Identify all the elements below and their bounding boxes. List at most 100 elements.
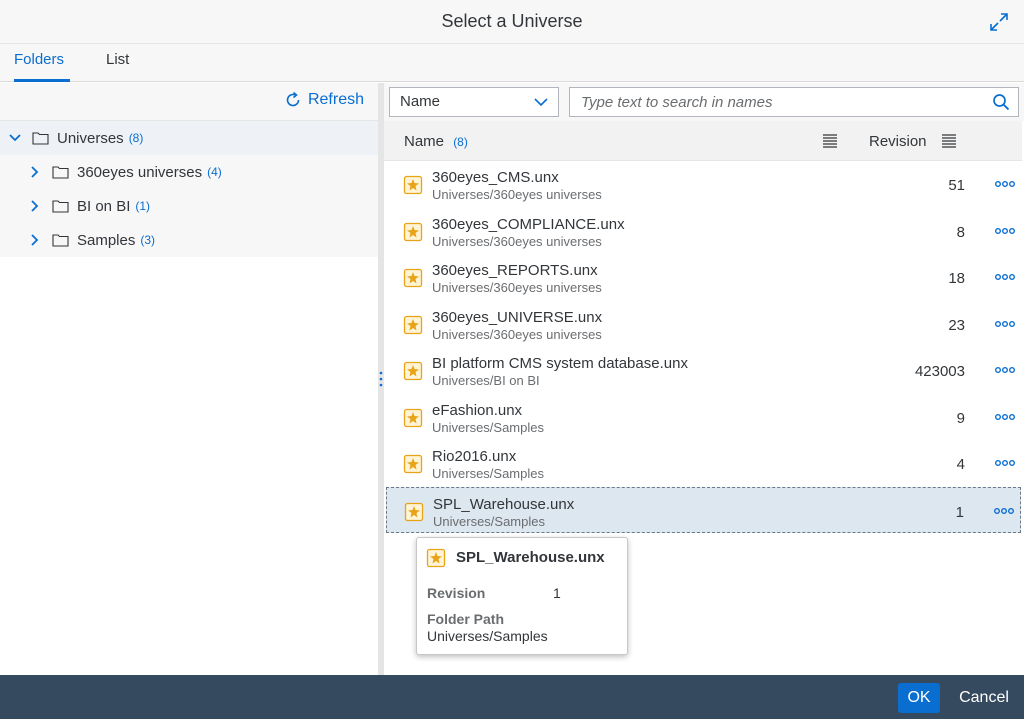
tree-node-samples[interactable]: Samples (3) — [0, 223, 378, 257]
column-name[interactable]: Name (8) — [404, 133, 468, 150]
sort-select-value: Name — [400, 93, 441, 110]
tree-node-universes[interactable]: Universes (8) — [0, 121, 378, 155]
universe-revision: 1 — [955, 503, 964, 521]
universe-path: Universes/BI on BI — [432, 373, 540, 388]
universe-path: Universes/360eyes universes — [432, 233, 602, 249]
chevron-right-icon[interactable] — [28, 199, 42, 213]
column-name-label: Name — [404, 133, 445, 150]
tooltip-title: SPL_Warehouse.unx — [456, 549, 605, 566]
universe-icon — [403, 268, 423, 288]
universe-revision: 423003 — [914, 363, 965, 380]
chevron-right-icon[interactable] — [28, 233, 42, 247]
universe-name: Rio2016.unx — [432, 448, 517, 465]
universe-path: Universes/Samples — [432, 466, 544, 481]
universe-name: 360eyes_COMPLIANCE.unx — [432, 215, 625, 233]
more-options-icon[interactable] — [994, 178, 1016, 190]
refresh-label: Refresh — [307, 91, 364, 108]
universe-revision: 8 — [956, 223, 965, 241]
universe-name: 360eyes_CMS.unx — [432, 169, 559, 186]
folder-icon — [52, 234, 69, 247]
column-name-count: (8) — [453, 135, 468, 149]
tooltip-folder-value: Universes/Samples — [427, 628, 548, 644]
dialog-header: Select a Universe — [0, 0, 1024, 44]
universe-path: Universes/360eyes universes — [432, 187, 602, 202]
tree-node-bi-on-bi[interactable]: BI on BI (1) — [0, 189, 378, 223]
list-toolbar: Name — [384, 83, 1024, 121]
expand-icon[interactable] — [988, 11, 1010, 33]
list-item[interactable]: 360eyes_COMPLIANCE.unx Universes/360eyes… — [384, 208, 1024, 255]
more-options-icon[interactable] — [994, 271, 1016, 283]
search-icon[interactable] — [992, 93, 1010, 111]
more-options-icon[interactable] — [994, 318, 1016, 330]
universe-path: Universes/Samples — [432, 419, 544, 435]
search-input[interactable] — [570, 88, 970, 116]
search-field — [569, 87, 1019, 117]
universe-name: 360eyes_UNIVERSE.unx — [432, 308, 603, 326]
universe-revision: 18 — [948, 270, 965, 287]
cancel-button[interactable]: Cancel — [950, 683, 1018, 713]
universe-name: SPL_Warehouse.unx — [433, 495, 575, 513]
list-item[interactable]: BI platform CMS system database.unx Univ… — [384, 347, 1024, 394]
universe-name: BI platform CMS system database.unx — [432, 355, 688, 372]
universe-name: eFashion.unx — [432, 401, 523, 419]
universe-path: Universes/360eyes universes — [432, 326, 602, 342]
tree-node-label: 360eyes universes — [77, 163, 203, 181]
chevron-down-icon — [534, 98, 548, 107]
more-options-icon[interactable] — [994, 457, 1016, 469]
column-revision[interactable]: Revision — [869, 133, 927, 150]
tree-node-count: (4) — [207, 165, 222, 179]
tree-node-label: Samples — [77, 231, 136, 249]
list-item[interactable]: 360eyes_UNIVERSE.unx Universes/360eyes u… — [384, 301, 1024, 348]
list-item[interactable]: eFashion.unx Universes/Samples 9 — [384, 394, 1024, 441]
folder-icon — [52, 166, 69, 179]
chevron-down-icon[interactable] — [8, 131, 22, 145]
sort-icon[interactable] — [822, 133, 838, 149]
tab-bar: Folders List — [0, 44, 1024, 82]
tooltip-revision-value: 1 — [553, 585, 561, 601]
more-options-icon[interactable] — [993, 505, 1015, 517]
drag-handle-icon[interactable] — [379, 370, 383, 388]
tree-node-label: Universes — [57, 129, 124, 147]
list-column-header: Name (8) Revision — [384, 121, 1022, 161]
universe-revision: 9 — [956, 409, 965, 427]
tree-node-count: (8) — [128, 131, 144, 145]
sort-select[interactable]: Name — [389, 87, 559, 117]
universe-revision: 51 — [948, 177, 965, 194]
ok-button[interactable]: OK — [898, 683, 940, 713]
list-item-selected[interactable]: SPL_Warehouse.unx Universes/Samples 1 — [386, 486, 1021, 533]
universe-name: 360eyes_REPORTS.unx — [432, 262, 598, 279]
universe-icon — [404, 502, 424, 521]
universe-icon — [403, 175, 423, 195]
universe-revision: 4 — [956, 456, 965, 473]
sort-icon[interactable] — [941, 133, 957, 149]
refresh-icon — [286, 91, 300, 107]
chevron-right-icon[interactable] — [28, 165, 42, 179]
refresh-button[interactable]: Refresh — [284, 91, 364, 109]
tree-node-count: (3) — [140, 233, 156, 247]
tab-folders[interactable]: Folders — [14, 51, 70, 82]
folder-pane: Refresh Universes (8) 360eyes universes … — [0, 83, 378, 675]
folder-toolbar: Refresh — [0, 83, 378, 121]
dialog-title: Select a Universe — [441, 11, 583, 31]
tree-node-360eyes-universes[interactable]: 360eyes universes (4) — [0, 155, 378, 189]
universe-icon — [403, 361, 423, 381]
more-options-icon[interactable] — [994, 364, 1016, 376]
folder-icon — [32, 132, 49, 145]
list-item[interactable]: 360eyes_REPORTS.unx Universes/360eyes un… — [384, 254, 1024, 301]
universe-icon — [426, 548, 446, 568]
universe-revision: 23 — [948, 316, 965, 334]
universe-tooltip: SPL_Warehouse.unx Revision 1 Folder Path… — [416, 537, 628, 655]
tree-node-count: (1) — [135, 199, 151, 213]
folder-icon — [52, 200, 69, 213]
universe-icon — [403, 222, 423, 241]
universe-icon — [403, 408, 423, 427]
universe-path: Universes/360eyes universes — [432, 280, 602, 295]
list-item[interactable]: 360eyes_CMS.unx Universes/360eyes univer… — [384, 161, 1024, 208]
universe-icon — [403, 454, 423, 474]
universe-icon — [403, 315, 423, 334]
universe-path: Universes/Samples — [433, 513, 545, 529]
list-item[interactable]: Rio2016.unx Universes/Samples 4 — [384, 440, 1024, 487]
tab-list[interactable]: List — [106, 51, 129, 82]
more-options-icon[interactable] — [994, 225, 1016, 237]
more-options-icon[interactable] — [994, 411, 1016, 423]
